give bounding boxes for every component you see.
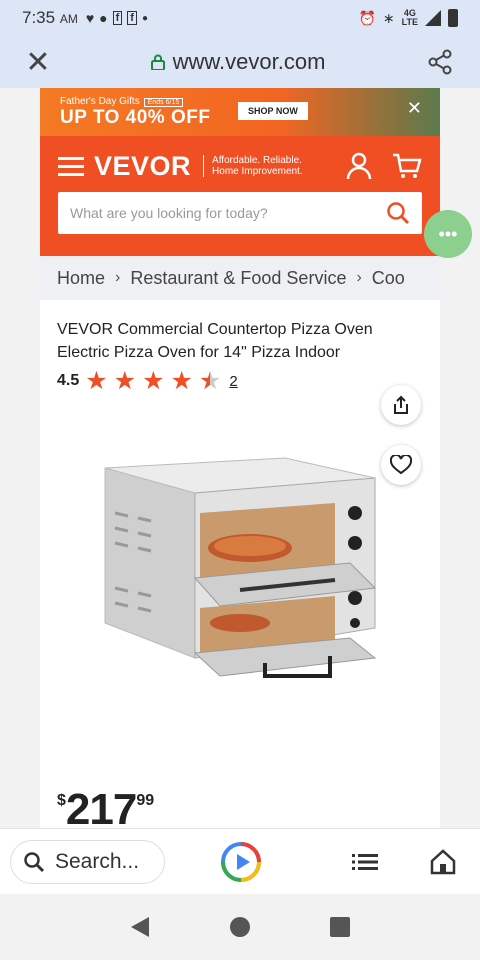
- star-icon: ★: [170, 367, 193, 395]
- star-icon: ★: [85, 367, 108, 395]
- upload-icon: [394, 395, 408, 414]
- search-button[interactable]: Search...: [10, 839, 165, 884]
- home-circle-icon[interactable]: [229, 916, 251, 938]
- shop-now-button[interactable]: SHOP NOW: [238, 102, 308, 120]
- rating-value: 4.5: [57, 372, 80, 389]
- star-icon: ★: [142, 367, 165, 395]
- review-count-link[interactable]: 2: [229, 373, 237, 390]
- promo-headline: UP TO 40% OFF: [60, 106, 211, 128]
- discover-play-icon[interactable]: [220, 841, 262, 883]
- signal-icon: [425, 10, 441, 26]
- status-time: 7:35 AM: [22, 8, 78, 27]
- promo-banner[interactable]: Father's Day Gifts Ends 6/15 UP TO 40% OF…: [40, 88, 440, 136]
- floating-menu-button[interactable]: •••: [424, 210, 472, 258]
- half-star-icon: ★: [199, 366, 221, 396]
- account-icon[interactable]: [346, 152, 372, 180]
- url-field[interactable]: www.vevor.com: [76, 49, 400, 75]
- breadcrumb-subcategory[interactable]: Coo: [372, 268, 405, 289]
- facebook-icon-2: f: [127, 11, 137, 25]
- back-icon[interactable]: [129, 915, 151, 939]
- close-icon[interactable]: ✕: [0, 45, 76, 80]
- product-image[interactable]: [100, 418, 390, 678]
- brand-logo[interactable]: VEVOR: [94, 151, 191, 182]
- promo-close-icon[interactable]: ✕: [407, 98, 422, 119]
- status-bar: 7:35 AM ♥ ● f f ● ⏰ ∗ 4G LTE: [0, 0, 480, 36]
- system-icons: ⏰ ∗ 4G LTE: [358, 9, 458, 27]
- recents-icon[interactable]: [329, 916, 351, 938]
- brand-tagline: Affordable. Reliable. Home Improvement.: [203, 155, 303, 177]
- list-icon[interactable]: [352, 852, 378, 872]
- browser-url-bar: ✕ www.vevor.com: [0, 36, 480, 88]
- breadcrumb: Home › Restaurant & Food Service › Coo: [40, 256, 440, 300]
- home-icon[interactable]: [430, 848, 456, 875]
- promo-small-text: Father's Day Gifts: [60, 95, 140, 107]
- notification-icons: ♥ ● f f ●: [86, 10, 148, 26]
- system-nav-bar: [0, 894, 480, 960]
- lock-icon: [150, 54, 165, 70]
- chevron-right-icon: ›: [356, 269, 362, 286]
- search-input[interactable]: What are you looking for today?: [58, 192, 422, 234]
- breadcrumb-home[interactable]: Home: [57, 268, 105, 289]
- chevron-right-icon: ›: [115, 269, 121, 286]
- chat-icon: ♥: [85, 10, 95, 26]
- search-icon[interactable]: [386, 201, 410, 225]
- breadcrumb-category[interactable]: Restaurant & Food Service: [130, 268, 346, 289]
- facebook-icon: f: [112, 11, 123, 25]
- product-price: $ 217 99: [57, 785, 155, 829]
- network-type: 4G LTE: [401, 8, 418, 27]
- web-page: Father's Day Gifts Ends 6/15 UP TO 40% OF…: [40, 88, 440, 828]
- menu-icon[interactable]: [58, 156, 84, 176]
- product-rating[interactable]: 4.5 ★ ★ ★ ★ ★ 2: [40, 366, 440, 396]
- dot-icon: ●: [141, 12, 148, 24]
- app-bottom-bar: Search...: [0, 828, 480, 894]
- search-icon: [24, 851, 45, 872]
- share-icon[interactable]: [400, 49, 480, 75]
- alarm-icon: ⏰: [358, 9, 376, 26]
- heart-icon: [390, 455, 412, 475]
- messenger-icon: ●: [99, 10, 108, 26]
- bluetooth-icon: ∗: [382, 9, 395, 26]
- cart-icon[interactable]: [392, 152, 422, 180]
- promo-ends: Ends 6/15: [143, 97, 184, 107]
- product-title: VEVOR Commercial Countertop Pizza Oven E…: [57, 321, 373, 361]
- star-icon: ★: [113, 367, 137, 395]
- battery-icon: [448, 9, 458, 27]
- site-header: VEVOR Affordable. Reliable. Home Improve…: [40, 136, 440, 256]
